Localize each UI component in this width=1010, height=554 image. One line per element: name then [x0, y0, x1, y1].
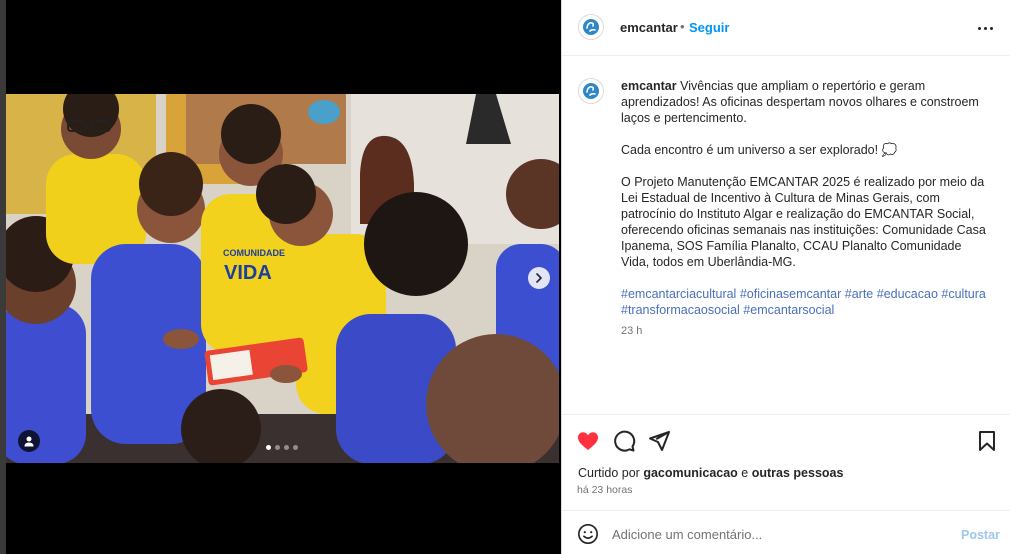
shirt-text-1: COMUNIDADE: [223, 248, 285, 258]
ellipsis-icon: [977, 26, 981, 30]
more-options-button[interactable]: [975, 18, 995, 38]
post-header: emcantar • Seguir: [562, 0, 1010, 56]
comment-input[interactable]: [612, 521, 942, 547]
ellipsis-dot: [983, 26, 987, 30]
liked-prefix: Curtido por: [578, 466, 640, 480]
emcantar-logo-icon: [583, 83, 599, 99]
instagram-post-modal: COMUNIDADE VIDA emcantar • Seguir emcant…: [0, 0, 1010, 554]
carousel-next-button[interactable]: [528, 267, 550, 289]
caption-paragraph-3: O Projeto Manutenção EMCANTAR 2025 é rea…: [621, 175, 986, 269]
caption-paragraph-1: emcantar Vivências que ampliam o repertó…: [621, 78, 987, 126]
liked-by-others[interactable]: outras pessoas: [752, 466, 844, 480]
ellipsis-dot: [989, 26, 993, 30]
follow-button[interactable]: Seguir: [689, 20, 729, 35]
hashtag-link[interactable]: #emcantarciacultural: [621, 287, 736, 301]
caption-paragraph-2: Cada encontro é um universo a ser explor…: [621, 143, 898, 157]
media-area: COMUNIDADE VIDA: [0, 0, 561, 554]
header-separator: •: [680, 19, 685, 34]
user-tag-icon: [24, 436, 34, 447]
hashtag-link[interactable]: #oficinasemcantar: [740, 287, 841, 301]
hashtag-link[interactable]: #arte: [845, 287, 874, 301]
hashtag-link[interactable]: #cultura: [941, 287, 985, 301]
carousel-dot-4[interactable]: [293, 445, 298, 450]
carousel-dot-1[interactable]: [266, 445, 271, 450]
carousel-dots: [266, 445, 298, 450]
emcantar-logo-icon: [583, 19, 599, 35]
caption-username[interactable]: emcantar: [621, 79, 677, 93]
comment-bar: Postar: [562, 510, 1010, 554]
comment-bubble-icon[interactable]: [612, 429, 636, 453]
post-photo[interactable]: COMUNIDADE VIDA: [6, 94, 559, 463]
carousel-dot-3[interactable]: [284, 445, 289, 450]
caption-avatar[interactable]: [578, 78, 604, 104]
liked-by-user[interactable]: gacomunicacao: [643, 466, 737, 480]
author-username[interactable]: emcantar: [620, 20, 678, 35]
post-actions: [562, 414, 1010, 468]
author-avatar[interactable]: [578, 14, 604, 40]
photo-illustration: COMUNIDADE VIDA: [6, 94, 559, 463]
post-timestamp[interactable]: há 23 horas: [577, 484, 632, 496]
liked-by-text: Curtido por gacomunicacao e outras pesso…: [578, 466, 843, 480]
post-caption: emcantar Vivências que ampliam o repertó…: [621, 78, 987, 334]
paper-plane-icon[interactable]: [647, 429, 671, 453]
post-comment-button[interactable]: Postar: [961, 528, 1000, 542]
chevron-right-icon: [536, 273, 542, 283]
caption-hashtags: #emcantarciacultural #oficinasemcantar #…: [621, 286, 987, 318]
shirt-text-2: VIDA: [224, 262, 272, 284]
hashtag-link[interactable]: #educacao: [877, 287, 938, 301]
post-side-panel: emcantar • Seguir emcantar Vivências que…: [561, 0, 1010, 554]
liked-suffix: e: [741, 466, 749, 480]
heart-filled-icon[interactable]: [576, 429, 600, 453]
hashtag-link[interactable]: #emcantarsocial: [743, 303, 834, 317]
hashtag-link[interactable]: #transformacaosocial: [621, 303, 740, 317]
user-tag-button[interactable]: [18, 430, 40, 452]
caption-area: emcantar Vivências que ampliam o repertó…: [562, 56, 1010, 414]
carousel-dot-2[interactable]: [275, 445, 280, 450]
bookmark-icon[interactable]: [975, 429, 999, 453]
smiley-icon[interactable]: [577, 523, 599, 545]
caption-age[interactable]: 23 h: [621, 325, 642, 337]
